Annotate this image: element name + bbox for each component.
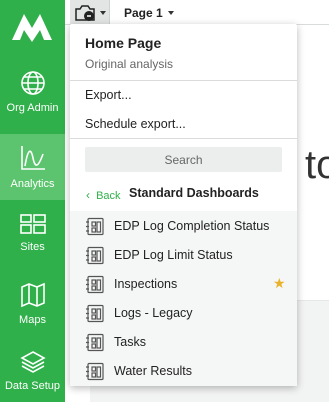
snapshot-menu-button[interactable] <box>70 0 110 24</box>
dashboard-notebook-icon <box>86 362 104 381</box>
sidebar-item-label: Maps <box>19 314 46 326</box>
divider <box>70 80 297 81</box>
export-menu-item[interactable]: Export... <box>85 88 132 102</box>
chevron-left-icon: ‹ <box>86 188 90 202</box>
dashboard-item-label: Tasks <box>114 335 146 349</box>
dashboard-item-tasks[interactable]: Tasks <box>70 328 297 357</box>
map-icon <box>20 282 45 308</box>
dashboard-notebook-icon <box>86 333 104 352</box>
page-menu-dropdown: Home Page Original analysis Export... Sc… <box>70 24 297 386</box>
sidebar-item-analytics[interactable]: Analytics <box>0 134 65 200</box>
dashboard-notebook-icon <box>86 217 104 236</box>
page-selector-label: Page 1 <box>124 6 163 20</box>
menu-subtitle: Original analysis <box>85 57 174 71</box>
layers-icon <box>19 351 46 373</box>
sidebar-item-org-admin[interactable]: Org Admin <box>0 70 65 136</box>
dashboard-item-label: EDP Log Limit Status <box>114 248 233 262</box>
globe-icon <box>20 71 45 95</box>
chevron-down-icon <box>100 11 106 15</box>
dashboard-item-inspections[interactable]: Inspections ★ <box>70 270 297 299</box>
dashboard-notebook-icon <box>86 275 104 294</box>
dashboard-notebook-icon <box>86 246 104 265</box>
sidebar-item-maps[interactable]: Maps <box>0 282 65 348</box>
dashboard-item-label: Logs - Legacy <box>114 306 193 320</box>
dashboard-item-label: EDP Log Completion Status <box>114 219 270 233</box>
dashboard-item-edp-log-completion-status[interactable]: EDP Log Completion Status <box>70 212 297 241</box>
sidebar: Org Admin Analytics Sites Maps Data Setu… <box>0 0 65 402</box>
sidebar-item-label: Data Setup <box>4 380 61 392</box>
camera-icon <box>75 5 95 21</box>
page-selector[interactable]: Page 1 <box>116 0 186 24</box>
dashboard-notebook-icon <box>86 304 104 323</box>
sidebar-item-sites[interactable]: Sites <box>0 213 65 279</box>
sidebar-item-data-setup[interactable]: Data Setup <box>0 350 65 402</box>
sidebar-item-label: Org Admin <box>6 102 59 114</box>
analytics-chart-icon <box>20 146 45 170</box>
dashboard-item-label: Water Results <box>114 364 193 378</box>
dashboard-item-logs-legacy[interactable]: Logs - Legacy <box>70 299 297 328</box>
dashboard-item-label: Inspections <box>114 277 178 291</box>
chevron-down-icon <box>168 11 174 15</box>
back-label: Back <box>96 190 121 202</box>
divider <box>70 138 297 139</box>
sidebar-item-label: Analytics <box>10 178 55 190</box>
star-icon[interactable]: ★ <box>273 275 286 292</box>
dashboard-list: EDP Log Completion Status EDP Log Limit … <box>70 211 297 386</box>
section-title: Standard Dashboards <box>129 186 259 200</box>
dashboard-heading-fragment: to <box>305 143 329 187</box>
menu-title: Home Page <box>85 35 162 51</box>
grid-icon <box>19 214 46 234</box>
dashboard-item-water-results[interactable]: Water Results <box>70 357 297 386</box>
dashboard-item-edp-log-limit-status[interactable]: EDP Log Limit Status <box>70 241 297 270</box>
dashboard-search-input[interactable] <box>85 147 282 172</box>
sidebar-item-label: Sites <box>20 241 45 253</box>
schedule-export-menu-item[interactable]: Schedule export... <box>85 117 186 131</box>
back-button[interactable]: ‹ Back <box>86 188 121 202</box>
brand-logo-icon[interactable] <box>10 8 54 42</box>
